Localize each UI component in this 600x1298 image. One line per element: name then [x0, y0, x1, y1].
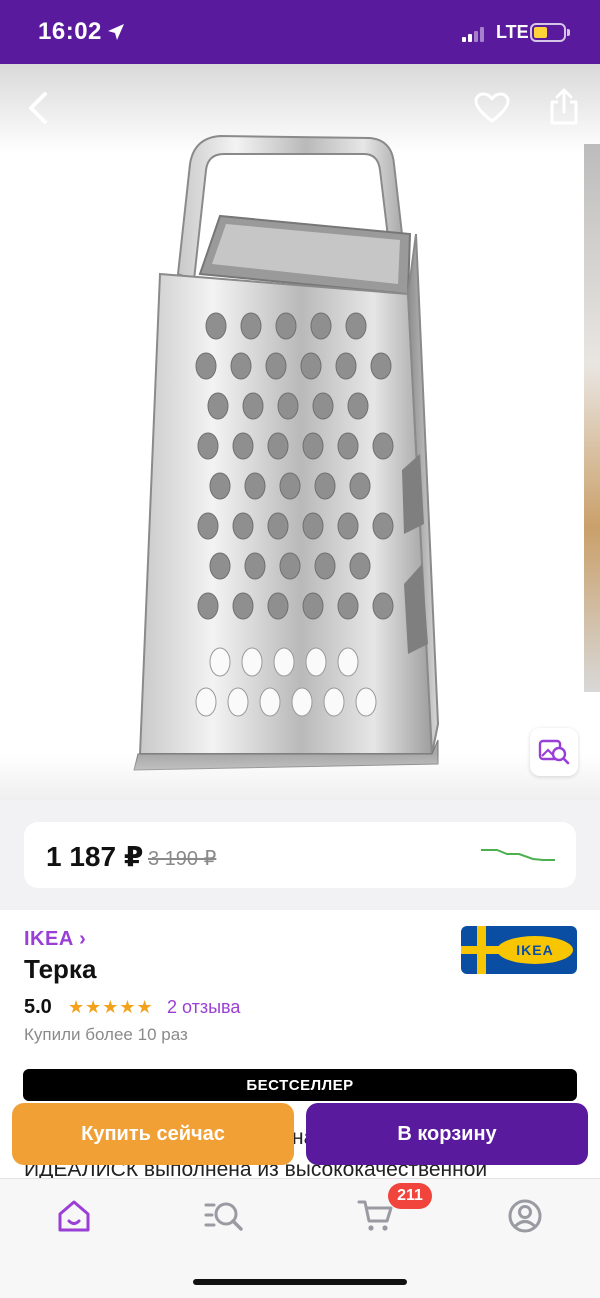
brand-logo[interactable]: IKEA — [461, 926, 577, 974]
share-icon — [550, 88, 578, 125]
cart-icon — [357, 1200, 393, 1231]
gallery-bottom-shade — [0, 754, 600, 800]
price-section: 1 187 ₽ 3 190 ₽ — [0, 800, 600, 910]
visual-search-icon — [538, 739, 570, 765]
old-price: 3 190 ₽ — [148, 848, 217, 870]
cart-count-badge: 211 — [388, 1183, 432, 1209]
product-title: Терка — [24, 954, 97, 984]
home-icon — [58, 1200, 90, 1232]
back-chevron-icon — [29, 92, 47, 124]
status-bar: 16:02 LTE — [0, 0, 600, 64]
price-card[interactable]: 1 187 ₽ 3 190 ₽ — [24, 822, 576, 888]
price-history-chart-icon — [481, 849, 555, 861]
next-gallery-slide-preview[interactable] — [584, 144, 600, 692]
back-button[interactable] — [18, 86, 58, 130]
rating-stars: ★★★★★ — [68, 997, 154, 1017]
status-time: 16:02 — [38, 18, 102, 45]
profile-icon — [508, 1199, 542, 1233]
purchase-count: Купили более 10 раз — [24, 1025, 188, 1044]
brand-logo-text: IKEA — [497, 936, 573, 964]
location-arrow-icon — [108, 24, 124, 40]
bestseller-badge: БЕСТСЕЛЛЕР — [23, 1069, 577, 1101]
battery-cap — [567, 29, 570, 36]
signal-icon — [462, 26, 490, 42]
tab-catalog[interactable] — [195, 1191, 255, 1241]
tab-profile[interactable] — [495, 1191, 555, 1241]
current-price: 1 187 ₽ — [46, 841, 144, 872]
heart-icon — [474, 92, 510, 123]
catalog-search-icon — [204, 1202, 243, 1231]
rating-value: 5.0 — [24, 996, 52, 1018]
reviews-link[interactable]: 2 отзыва — [167, 997, 240, 1018]
product-image-grater — [133, 134, 440, 771]
share-button[interactable] — [542, 84, 586, 130]
network-label: LTE — [496, 22, 529, 42]
product-gallery[interactable] — [0, 64, 600, 800]
buy-now-button[interactable]: Купить сейчас — [12, 1103, 294, 1165]
tab-home[interactable] — [44, 1191, 104, 1241]
visual-search-button[interactable] — [530, 728, 578, 776]
favorite-button[interactable] — [470, 86, 514, 130]
home-indicator — [193, 1279, 407, 1285]
brand-link[interactable]: IKEA › — [24, 928, 86, 951]
add-to-cart-button[interactable]: В корзину — [306, 1103, 588, 1165]
battery-icon — [530, 23, 566, 42]
